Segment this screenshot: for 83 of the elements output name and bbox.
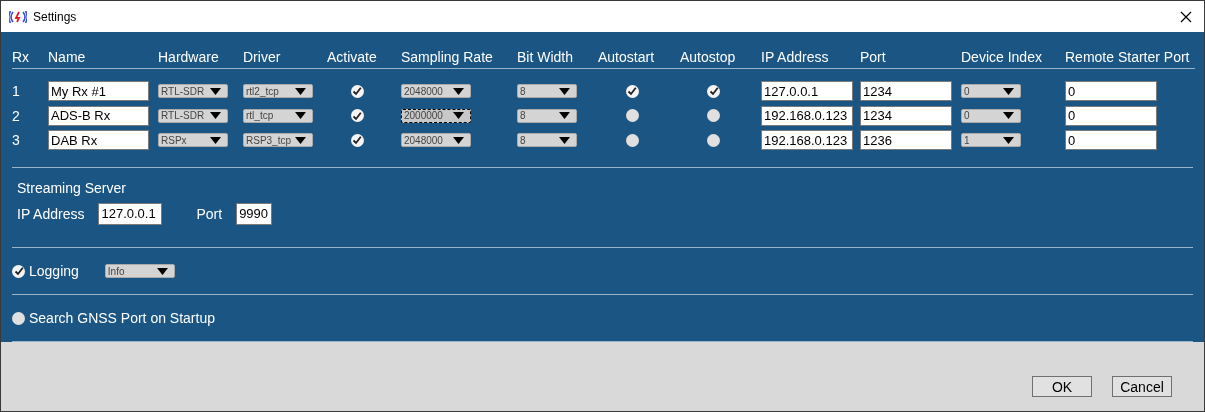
- dropdown[interactable]: rtl_tcp: [243, 108, 313, 123]
- caret-icon: [295, 87, 306, 95]
- caret-icon: [295, 112, 306, 120]
- caret-icon: [559, 136, 570, 144]
- column-header: Autostop: [680, 48, 737, 67]
- input-field[interactable]: 192.168.0.123: [761, 130, 853, 151]
- close-icon: [1180, 10, 1192, 23]
- caret-icon: [210, 112, 221, 120]
- column-header: Sampling Rate: [401, 48, 494, 67]
- checkbox[interactable]: [12, 264, 25, 278]
- checkbox[interactable]: [707, 109, 720, 123]
- checkbox[interactable]: [350, 109, 364, 123]
- caret-icon: [1003, 112, 1014, 120]
- input-field[interactable]: 127.0.0.1: [98, 202, 163, 225]
- column-header: Bit Width: [517, 48, 574, 67]
- input-field[interactable]: 1234: [860, 105, 952, 126]
- field-label: IP Address: [17, 205, 85, 222]
- column-header: Name: [48, 48, 87, 67]
- caret-icon: [453, 87, 464, 95]
- column-header: Driver: [243, 48, 282, 67]
- column-header: Remote Starter Port: [1065, 48, 1191, 67]
- section-title: Streaming Server: [17, 179, 127, 196]
- ok-button[interactable]: OK: [1032, 376, 1092, 397]
- input-field[interactable]: 9990: [236, 202, 273, 225]
- dropdown[interactable]: 8: [517, 133, 577, 148]
- caret-icon: [156, 267, 168, 275]
- input-field[interactable]: 0: [1065, 105, 1157, 126]
- row-number: 2: [12, 107, 21, 124]
- dropdown[interactable]: RTL-SDR: [158, 108, 228, 123]
- input-field[interactable]: 1234: [860, 81, 952, 102]
- column-header: Hardware: [158, 48, 220, 67]
- input-field[interactable]: 0: [1065, 130, 1157, 151]
- caret-icon: [1003, 136, 1014, 144]
- radio-waves-icon: [9, 10, 27, 23]
- dropdown[interactable]: RTL-SDR: [158, 84, 228, 99]
- input-field[interactable]: 0: [1065, 81, 1157, 102]
- cancel-button[interactable]: Cancel: [1112, 376, 1172, 397]
- input-field[interactable]: ADS-B Rx: [48, 105, 149, 126]
- checkbox[interactable]: [707, 133, 720, 147]
- input-field[interactable]: 127.0.0.1: [761, 81, 853, 102]
- caret-icon: [210, 136, 221, 144]
- field-label: Port: [196, 205, 223, 222]
- checkbox[interactable]: [350, 133, 364, 147]
- checkbox-label: Logging: [29, 263, 79, 280]
- input-field[interactable]: My Rx #1: [48, 81, 149, 102]
- caret-icon: [453, 136, 464, 144]
- input-field[interactable]: 192.168.0.123: [761, 105, 853, 126]
- checkbox[interactable]: [350, 84, 364, 98]
- column-header: Device Index: [961, 48, 1043, 67]
- dropdown[interactable]: 1: [961, 133, 1021, 148]
- column-header: IP Address: [761, 48, 830, 67]
- checkbox[interactable]: [625, 133, 639, 147]
- caret-icon: [453, 112, 464, 120]
- checkbox[interactable]: [625, 84, 639, 98]
- caret-icon: [295, 136, 306, 144]
- dropdown[interactable]: 8: [517, 108, 577, 123]
- checkbox-label: Search GNSS Port on Startup: [29, 310, 215, 327]
- dropdown[interactable]: 8: [517, 84, 577, 99]
- dropdown[interactable]: Info: [104, 264, 175, 279]
- caret-icon: [559, 87, 570, 95]
- dropdown[interactable]: 0: [961, 84, 1021, 99]
- caret-icon: [1003, 87, 1014, 95]
- checkbox[interactable]: [12, 311, 25, 325]
- column-header: Rx: [12, 48, 31, 67]
- dropdown[interactable]: 2000000: [401, 108, 471, 123]
- caret-icon: [210, 87, 221, 95]
- column-header: Autostart: [598, 48, 656, 67]
- dropdown[interactable]: 2048000: [401, 133, 471, 148]
- column-header: Port: [860, 48, 887, 67]
- dropdown[interactable]: rtl2_tcp: [243, 84, 313, 99]
- dropdown[interactable]: RSP3_tcp: [243, 133, 313, 148]
- row-number: 1: [12, 83, 21, 100]
- column-header: Activate: [327, 48, 378, 67]
- checkbox[interactable]: [625, 109, 639, 123]
- dropdown[interactable]: 2048000: [401, 84, 471, 99]
- row-number: 3: [12, 132, 21, 149]
- dropdown[interactable]: RSPx: [158, 133, 228, 148]
- dropdown[interactable]: 0: [961, 108, 1021, 123]
- window-title: Settings: [33, 9, 78, 24]
- caret-icon: [559, 112, 570, 120]
- input-field[interactable]: DAB Rx: [48, 130, 149, 151]
- input-field[interactable]: 1236: [860, 130, 952, 151]
- checkbox[interactable]: [707, 84, 720, 98]
